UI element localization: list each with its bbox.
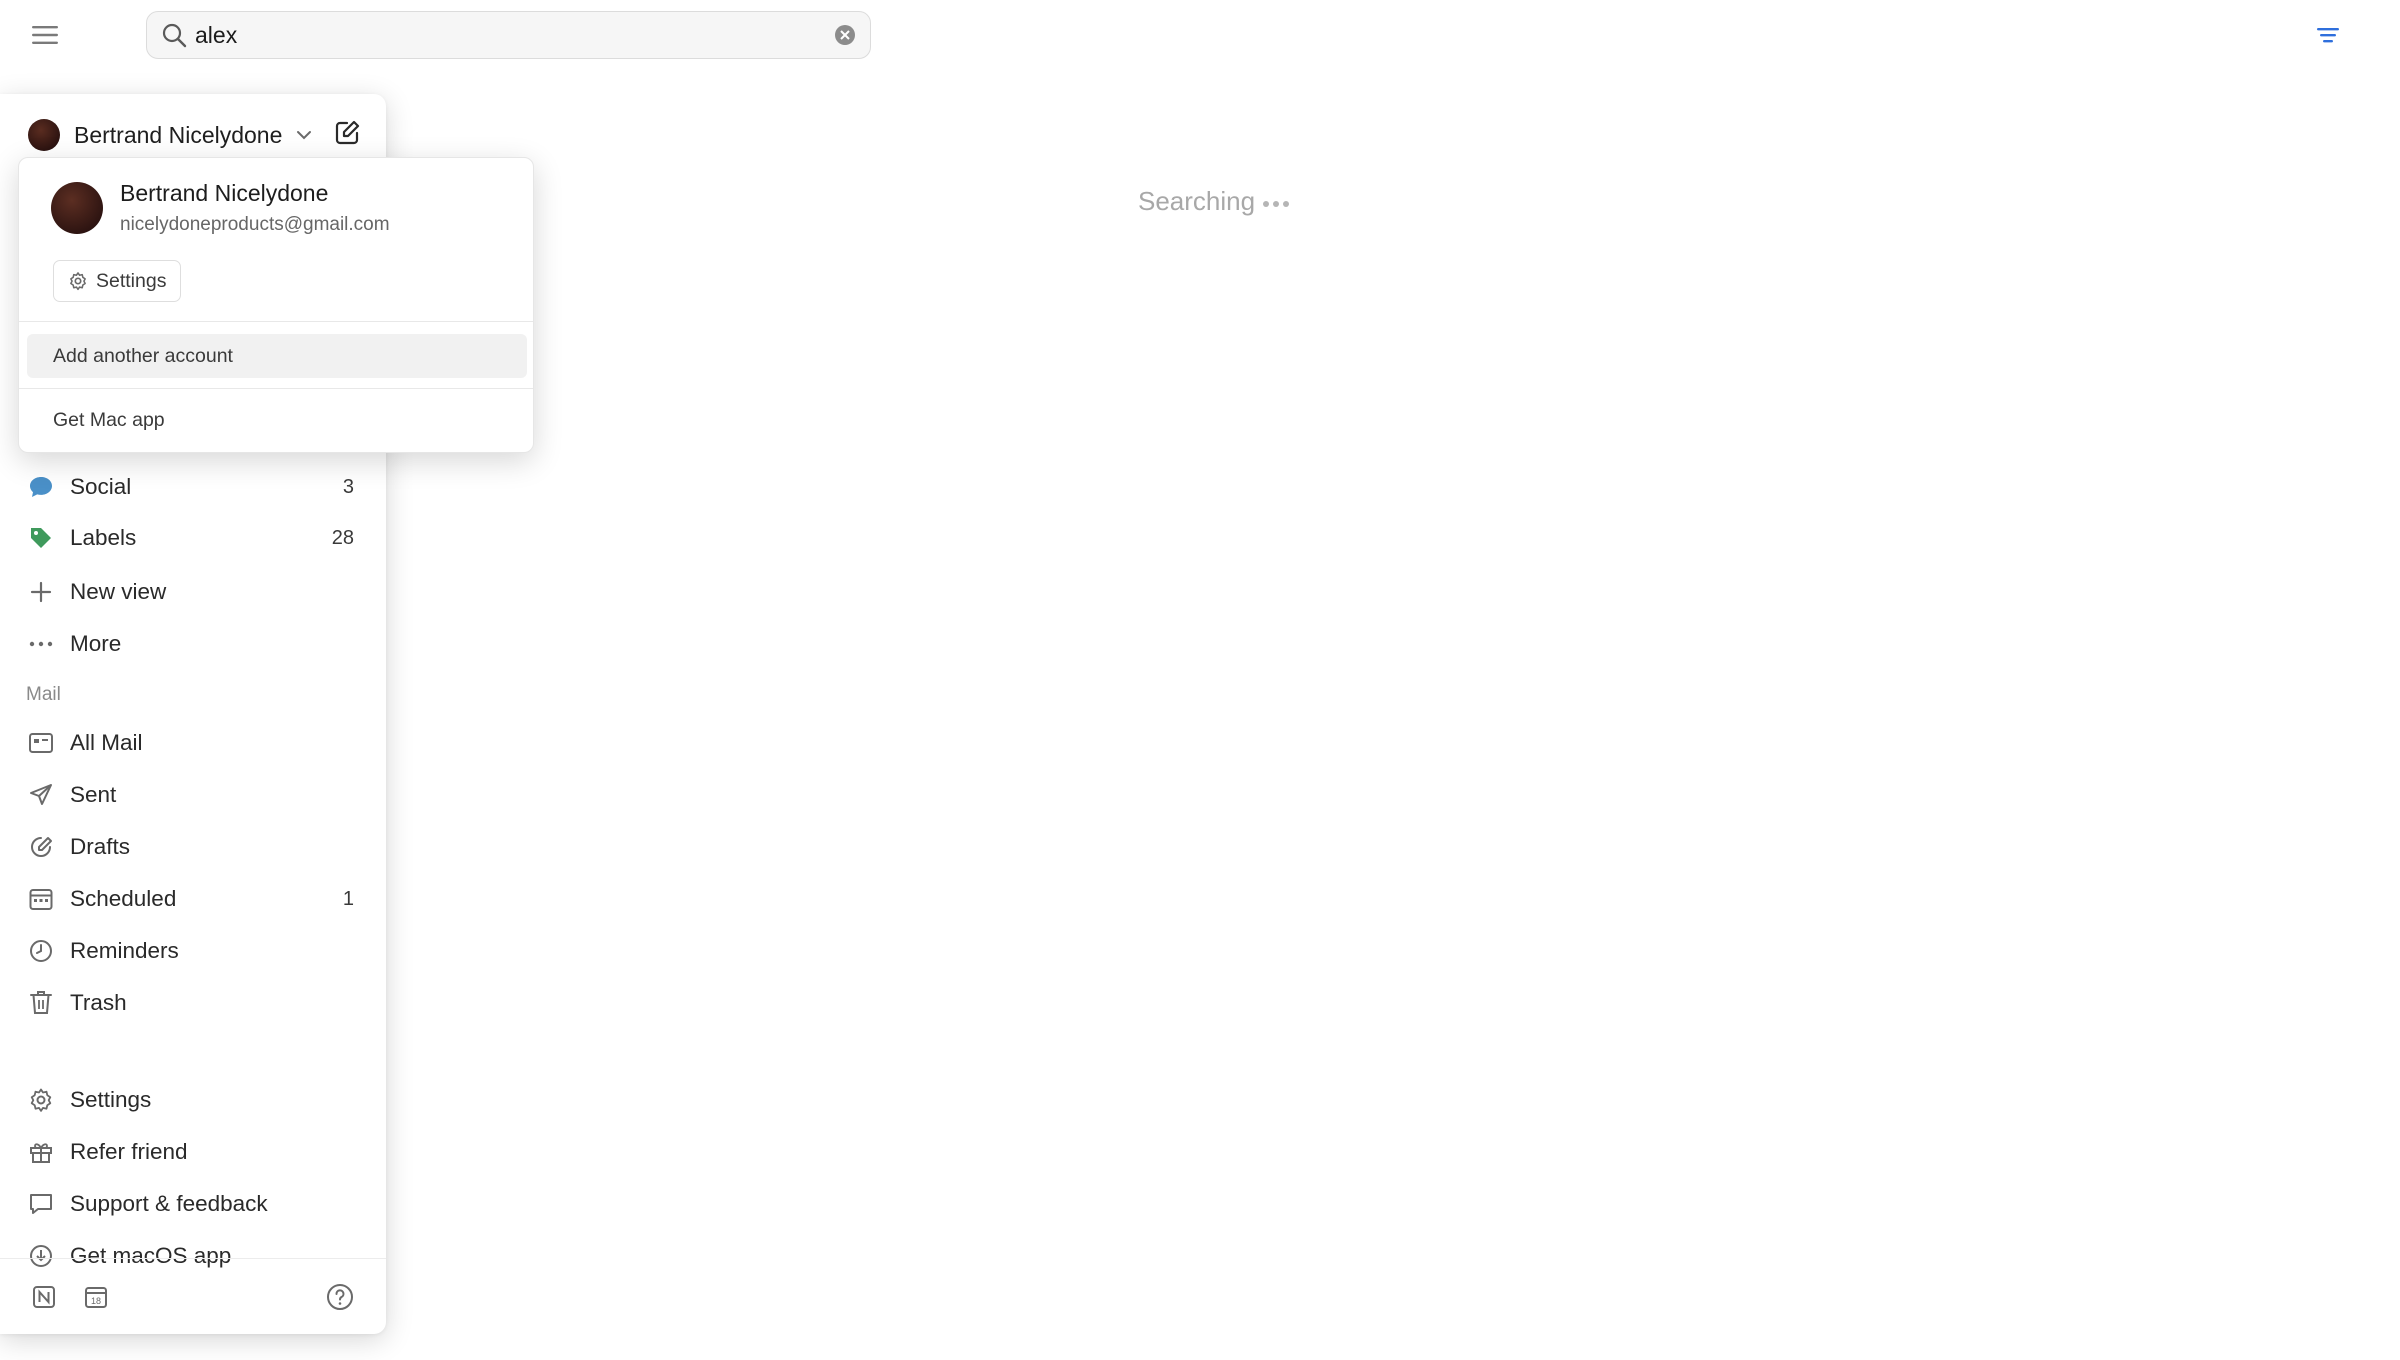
search-bar[interactable] [146, 11, 871, 59]
sidebar-item-settings[interactable]: Settings [26, 1080, 366, 1120]
account-menu: Bertrand Nicelydone nicelydoneproducts@g… [18, 157, 534, 453]
sidebar-item-refer-friend[interactable]: Refer friend [26, 1132, 366, 1172]
avatar [51, 182, 103, 234]
draft-pencil-icon [26, 832, 56, 862]
searching-text: Searching [1138, 186, 1256, 216]
menu-divider [19, 321, 533, 322]
sidebar-item-label: Trash [70, 990, 127, 1015]
sidebar-item-label: Support & feedback [70, 1191, 268, 1216]
scheduled-count: 1 [342, 887, 354, 910]
notion-icon[interactable] [28, 1281, 60, 1313]
sidebar-item-labels[interactable]: Labels 28 [26, 518, 366, 558]
sidebar-item-trash[interactable]: Trash [26, 983, 366, 1023]
sidebar-item-label: Scheduled [70, 886, 177, 911]
compose-button[interactable] [330, 116, 364, 150]
sidebar-item-drafts[interactable]: Drafts [26, 827, 366, 867]
unread-count: 3 [342, 475, 354, 498]
sidebar-item-label: Drafts [70, 834, 131, 859]
get-mac-app-item[interactable]: Get Mac app [27, 398, 527, 442]
plus-icon [26, 577, 56, 607]
tag-icon [26, 523, 56, 553]
menu-toggle-button[interactable] [28, 20, 62, 50]
search-input[interactable] [195, 21, 832, 49]
sidebar-item-label: More [70, 631, 122, 656]
gear-icon [26, 1085, 56, 1115]
sidebar-item-label: Social [70, 474, 132, 499]
calendar-icon [26, 884, 56, 914]
sidebar-item-more[interactable]: More [26, 624, 366, 664]
sidebar-bottom-bar: 18 [0, 1258, 386, 1334]
sidebar-item-label: Settings [70, 1087, 152, 1112]
menu-divider [19, 388, 533, 389]
account-menu-email: nicelydoneproducts@gmail.com [120, 214, 390, 235]
sidebar-item-new-view[interactable]: New view [26, 572, 366, 612]
account-name: Bertrand Nicelydone [74, 121, 283, 148]
all-mail-icon [26, 728, 56, 758]
unread-count: 28 [331, 526, 354, 549]
sidebar-item-label: Reminders [70, 938, 179, 963]
trash-icon [26, 988, 56, 1018]
sidebar-item-label: All Mail [70, 730, 143, 755]
hamburger-icon [32, 26, 58, 44]
sidebar-item-scheduled[interactable]: Scheduled 1 [26, 879, 366, 919]
calendar-app-icon[interactable]: 18 [80, 1281, 112, 1313]
search-icon [159, 20, 189, 50]
sidebar-item-label: Labels [70, 525, 137, 550]
avatar [28, 119, 60, 151]
searching-status: Searching [1138, 186, 1290, 217]
mail-section-label: Mail [26, 684, 61, 705]
gift-icon [26, 1137, 56, 1167]
sidebar-item-label: New view [70, 579, 167, 604]
sidebar-item-reminders[interactable]: Reminders [26, 931, 366, 971]
sidebar-item-label: Sent [70, 782, 117, 807]
clock-icon [26, 936, 56, 966]
sidebar-item-all-mail[interactable]: All Mail [26, 723, 366, 763]
account-settings-label: Settings [96, 269, 167, 292]
filter-lines-icon [2317, 28, 2339, 43]
sidebar-item-sent[interactable]: Sent [26, 775, 366, 815]
loading-dots-icon [1263, 200, 1290, 207]
sidebar-item-label: Refer friend [70, 1139, 188, 1164]
gear-icon [70, 272, 86, 291]
more-dots-icon [26, 629, 56, 659]
filter-button[interactable] [2312, 22, 2344, 48]
send-icon [26, 780, 56, 810]
account-menu-name: Bertrand Nicelydone [120, 180, 329, 206]
compose-icon [335, 120, 360, 145]
add-another-account-item[interactable]: Add another account [27, 334, 527, 378]
help-icon[interactable] [324, 1281, 356, 1313]
clear-icon [835, 25, 855, 45]
svg-text:18: 18 [91, 1296, 101, 1306]
chat-bubble-icon [26, 472, 56, 502]
chevron-down-icon [294, 125, 314, 145]
account-switcher[interactable]: Bertrand Nicelydone [28, 114, 314, 156]
message-icon [26, 1189, 56, 1219]
clear-search-button[interactable] [832, 22, 858, 48]
account-settings-button[interactable]: Settings [53, 260, 182, 302]
sidebar-item-social[interactable]: Social 3 [26, 467, 366, 507]
sidebar-item-support[interactable]: Support & feedback [26, 1184, 366, 1224]
